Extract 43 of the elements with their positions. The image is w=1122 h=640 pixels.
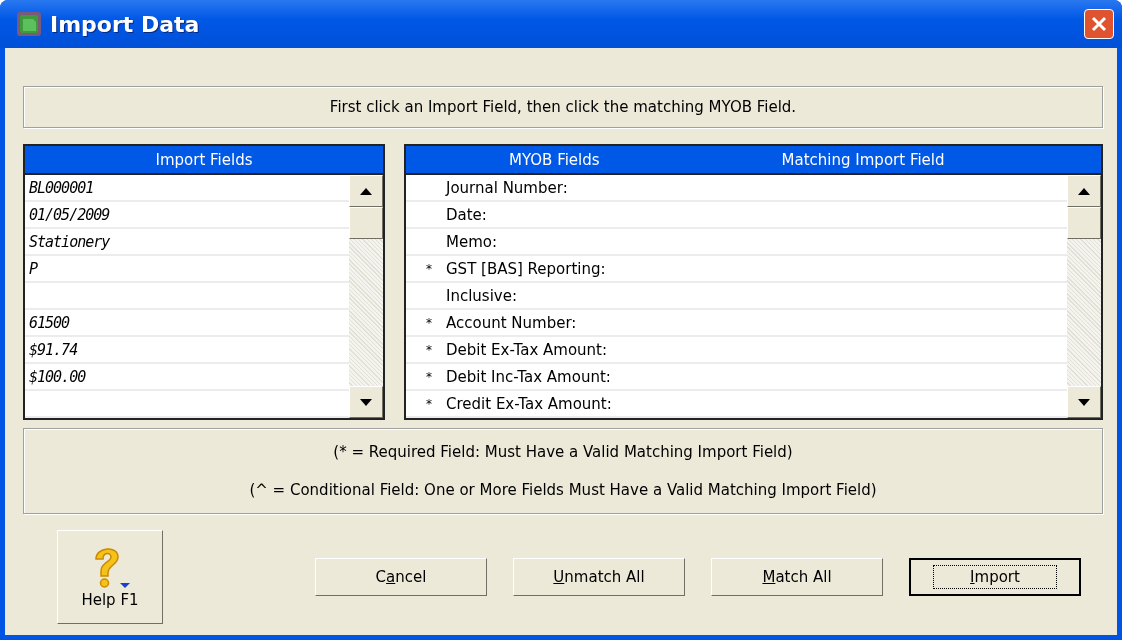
scroll-down-button[interactable] xyxy=(1067,386,1101,418)
list-row[interactable]: 61500 xyxy=(25,310,349,337)
scroll-up-button[interactable] xyxy=(1067,175,1101,207)
scroll-thumb[interactable] xyxy=(349,207,383,239)
list-row[interactable]: P xyxy=(25,256,349,283)
list-row[interactable]: 01/05/2009 xyxy=(25,202,349,229)
list-row[interactable]: Inclusive: xyxy=(406,283,1067,310)
window-title: Import Data xyxy=(50,11,201,37)
dialog-button[interactable]: Import xyxy=(909,558,1081,596)
instruction-text: First click an Import Field, then click the matching MYOB Field. xyxy=(329,98,797,116)
close-icon xyxy=(1090,15,1108,33)
scrollbar[interactable] xyxy=(1067,175,1101,418)
list-row[interactable]: Date: xyxy=(406,202,1067,229)
list-row[interactable]: * GST [BAS] Reporting: xyxy=(406,256,1067,283)
dialog-button[interactable]: Unmatch All xyxy=(513,558,685,596)
scroll-down-button[interactable] xyxy=(349,386,383,418)
up-arrow-icon xyxy=(360,187,372,195)
app-icon xyxy=(16,11,42,37)
column-header: Matching Import Field xyxy=(781,150,945,169)
dialog-button[interactable]: Match All xyxy=(711,558,883,596)
list-row[interactable]: * Debit Inc-Tax Amount: xyxy=(406,364,1067,391)
legend-text: (^ = Conditional Field: One or More Fields Must Have a Valid Matching Import Field) xyxy=(249,481,877,499)
column-header: Import Fields xyxy=(25,146,383,175)
list-row[interactable]: Journal Number: xyxy=(406,175,1067,202)
scrollbar[interactable] xyxy=(349,175,383,418)
help-button[interactable]: Help F1 xyxy=(57,530,163,624)
close-button[interactable] xyxy=(1084,9,1114,39)
down-arrow-icon xyxy=(1078,398,1090,406)
list-row[interactable]: * Account Number: xyxy=(406,310,1067,337)
up-arrow-icon xyxy=(1078,187,1090,195)
list-row[interactable]: Memo: xyxy=(406,229,1067,256)
column-header: MYOB Fields xyxy=(509,150,600,169)
scroll-thumb[interactable] xyxy=(1067,207,1101,239)
list-row[interactable]: * Debit Ex-Tax Amount: xyxy=(406,337,1067,364)
scroll-up-button[interactable] xyxy=(349,175,383,207)
list-row[interactable]: BL000001 xyxy=(25,175,349,202)
list-row[interactable]: $100.00 xyxy=(25,364,349,391)
list-row[interactable]: * Credit Ex-Tax Amount: xyxy=(406,391,1067,418)
down-arrow-icon xyxy=(360,398,372,406)
list-row[interactable]: Stationery xyxy=(25,229,349,256)
list-row[interactable]: $91.74 xyxy=(25,337,349,364)
dialog-button[interactable]: Cancel xyxy=(315,558,487,596)
legend-text: (* = Required Field: Must Have a Valid Matching Import Field) xyxy=(333,443,793,461)
